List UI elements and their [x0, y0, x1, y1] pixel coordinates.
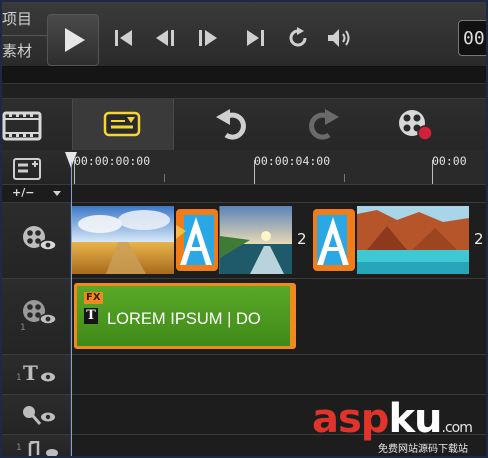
go-to-start-button[interactable]: [110, 26, 138, 50]
overlay-track-eye-icon[interactable]: [20, 297, 60, 331]
ruler-subbar: [2, 184, 486, 203]
transition-icon: [176, 215, 214, 265]
ruler-header: [2, 150, 71, 184]
voice-track-microphone-icon[interactable]: [20, 401, 60, 431]
splitter-bar[interactable]: [2, 67, 486, 84]
preview-controls-bar: 项目 素材 00: [2, 2, 486, 67]
title-type-icon: T: [84, 308, 98, 324]
repeat-icon: [289, 27, 307, 47]
volume-button[interactable]: [325, 26, 353, 50]
storyboard-view-button[interactable]: [2, 99, 54, 151]
track-manager-icon[interactable]: [12, 156, 52, 184]
video-track: 2 2: [2, 202, 486, 279]
music-track-header: 1: [2, 435, 71, 456]
undo-button[interactable]: [212, 99, 252, 151]
timeline-ruler: 00:00:00:00 00:00:04:00 00:00 +/−: [2, 150, 486, 203]
clip-trim-handle-right[interactable]: [290, 286, 293, 346]
title-track-eye-icon[interactable]: [40, 371, 56, 383]
track-number: 1: [16, 373, 22, 383]
track-number: 1: [16, 443, 22, 453]
speaker-icon: [328, 29, 350, 47]
play-icon: [65, 28, 85, 52]
add-remove-tracks-button[interactable]: +/−: [12, 186, 34, 199]
timeline-view-button[interactable]: [72, 99, 174, 151]
step-back-icon: [156, 30, 174, 46]
next-frame-button[interactable]: [195, 26, 223, 50]
fx-badge: FX: [84, 292, 103, 304]
play-button[interactable]: [47, 14, 99, 66]
video-editor-window: 项目 素材 00 00:00:00:00 00:00:04:00 00:00 +…: [2, 2, 486, 456]
ruler-scale[interactable]: 00:00:00:00 00:00:04:00 00:00: [70, 150, 486, 184]
record-capture-button[interactable]: [392, 99, 442, 151]
ruler-timecode-start: 00:00:00:00: [74, 154, 151, 168]
clip-caption: 2: [297, 230, 307, 248]
step-forward-icon: [199, 30, 217, 46]
mode-divider: [2, 35, 48, 36]
undo-icon: [216, 109, 246, 140]
go-to-end-button[interactable]: [242, 26, 270, 50]
skip-to-end-icon: [247, 30, 264, 46]
video-track-eye-icon[interactable]: [20, 223, 60, 257]
playhead-line: [71, 162, 72, 456]
ruler-tick: [164, 174, 165, 182]
transition-icon: [317, 215, 349, 265]
project-mode-tab[interactable]: 项目: [2, 8, 32, 29]
chevron-down-icon[interactable]: [52, 190, 62, 198]
video-clip-wheat-field[interactable]: [72, 206, 174, 274]
overlay-track-header: 1: [2, 279, 71, 355]
title-clip-text: LOREM IPSUM | DO: [107, 310, 261, 328]
camera-record-icon: [399, 110, 433, 141]
repeat-button[interactable]: [285, 26, 313, 50]
timeline-toolbar: [2, 98, 486, 151]
film-strip-icon: [2, 111, 42, 141]
timeline-view-icon: [103, 111, 141, 137]
clip-mode-tab[interactable]: 素材: [2, 40, 32, 61]
clip-thumbnail: [357, 206, 486, 274]
video-clip-autumn-lake[interactable]: 2: [357, 206, 486, 274]
watermark-caption: 免费网站源码下载站: [378, 444, 468, 455]
ruler-tick: [432, 160, 433, 184]
ruler-timecode-4s: 00:00:04:00: [254, 154, 331, 168]
watermark-logo: aspku.com: [312, 396, 473, 442]
ruler-tick: [254, 160, 255, 184]
clip-thumbnail: [72, 206, 174, 274]
ruler-tick: [344, 174, 345, 182]
skip-to-start-icon: [115, 30, 132, 46]
clip-caption: 2: [474, 230, 484, 248]
timecode-display[interactable]: 00: [458, 20, 486, 56]
video-clip-coast[interactable]: 2: [219, 206, 312, 274]
overlay-track: 1 FX T LOREM IPSUM | DO: [2, 278, 486, 355]
previous-frame-button[interactable]: [152, 26, 180, 50]
video-track-header: [2, 203, 71, 279]
transition-clip-2[interactable]: [313, 209, 355, 271]
ruler-timecode-8s: 00:00: [432, 154, 467, 168]
title-track-icon: T: [23, 361, 38, 385]
title-track-header: 1 T: [2, 355, 71, 395]
music-note-icon[interactable]: [22, 441, 62, 456]
redo-icon: [309, 109, 339, 140]
redo-button[interactable]: [305, 99, 345, 151]
transition-clip-1[interactable]: [176, 209, 218, 271]
title-track: 1 T: [2, 354, 486, 395]
title-clip[interactable]: FX T LOREM IPSUM | DO: [74, 283, 296, 349]
voice-track-header: [2, 395, 71, 435]
